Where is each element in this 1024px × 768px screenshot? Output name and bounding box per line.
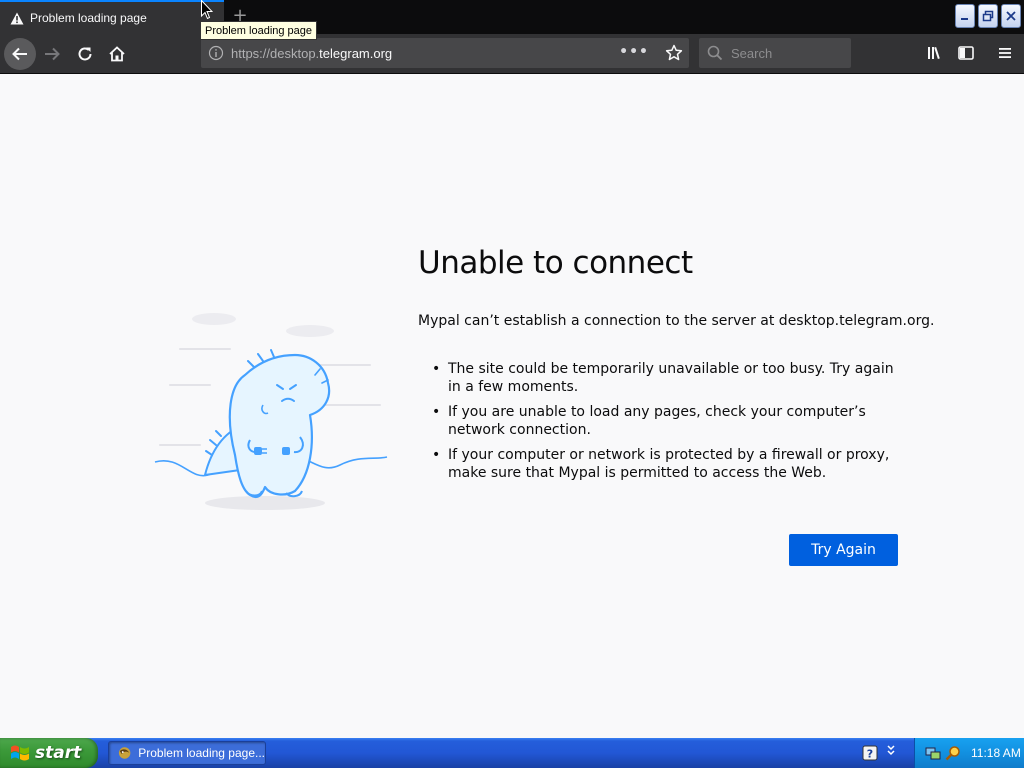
list-item: If you are unable to load any pages, che… xyxy=(432,403,907,439)
page-actions-menu-icon[interactable]: ••• xyxy=(619,43,649,61)
library-icon xyxy=(928,46,940,60)
close-window-button[interactable] xyxy=(1001,4,1021,28)
error-description: Mypal can’t establish a connection to th… xyxy=(418,313,935,329)
back-arrow-icon xyxy=(12,47,27,61)
forward-button[interactable] xyxy=(40,42,64,66)
magnifier-tray-icon[interactable] xyxy=(945,745,961,761)
url-domain: telegram.org xyxy=(319,45,393,61)
windows-taskbar: start Problem loading page... ? 11:18 AM xyxy=(0,738,1024,768)
windows-logo-icon xyxy=(11,745,29,761)
search-icon xyxy=(707,45,723,61)
hamburger-menu-icon xyxy=(999,48,1011,58)
tab-active[interactable]: Problem loading page xyxy=(0,0,224,34)
tab-bar: Problem loading page + xyxy=(0,0,1024,34)
network-icon[interactable] xyxy=(925,745,941,761)
url-prefix: https://desktop. xyxy=(231,45,320,61)
taskbar-item-browser[interactable]: Problem loading page... xyxy=(108,741,266,765)
warning-icon xyxy=(10,11,24,25)
mouse-cursor-icon xyxy=(201,0,213,20)
list-item: If your computer or network is protected… xyxy=(432,446,907,482)
help-icon[interactable]: ? xyxy=(862,745,878,761)
tray-expand-chevron-icon[interactable] xyxy=(886,743,896,763)
try-again-button[interactable]: Try Again xyxy=(789,534,898,566)
back-button[interactable] xyxy=(4,38,36,70)
bookmark-star-icon[interactable] xyxy=(665,44,683,62)
browser-app-icon xyxy=(118,747,131,759)
error-page: Unable to connect Mypal can’t establish … xyxy=(0,75,1024,738)
system-tray: 11:18 AM xyxy=(914,738,1024,768)
library-button[interactable] xyxy=(924,42,946,64)
restore-button[interactable] xyxy=(978,4,998,28)
tab-title: Problem loading page xyxy=(30,11,147,25)
start-button[interactable]: start xyxy=(0,738,98,768)
disconnected-dino-illustration xyxy=(154,313,388,510)
error-suggestions-list: The site could be temporarily unavailabl… xyxy=(432,360,907,489)
search-input[interactable] xyxy=(731,45,841,61)
sidebar-button[interactable] xyxy=(955,42,977,64)
home-icon xyxy=(109,46,125,62)
reload-button[interactable] xyxy=(73,42,97,66)
forward-arrow-icon xyxy=(45,47,60,61)
start-label: start xyxy=(35,743,82,763)
reload-icon xyxy=(78,47,92,61)
sidebar-icon xyxy=(958,46,974,60)
tab-tooltip: Problem loading page xyxy=(200,21,318,40)
list-item: The site could be temporarily unavailabl… xyxy=(432,360,907,396)
navigation-toolbar: https://desktop.telegram.org ••• xyxy=(0,34,1024,74)
search-bar[interactable] xyxy=(699,38,851,68)
hamburger-menu-button[interactable] xyxy=(994,42,1016,64)
minimize-button[interactable] xyxy=(955,4,975,28)
taskbar-item-label: Problem loading page... xyxy=(138,746,265,760)
home-button[interactable] xyxy=(105,42,129,66)
address-bar[interactable]: https://desktop.telegram.org ••• xyxy=(201,38,689,68)
site-info-icon[interactable] xyxy=(201,38,231,68)
clock: 11:18 AM xyxy=(971,746,1021,760)
error-title: Unable to connect xyxy=(418,245,693,281)
url-text[interactable]: https://desktop.telegram.org xyxy=(231,46,392,61)
svg-text:?: ? xyxy=(867,748,873,761)
